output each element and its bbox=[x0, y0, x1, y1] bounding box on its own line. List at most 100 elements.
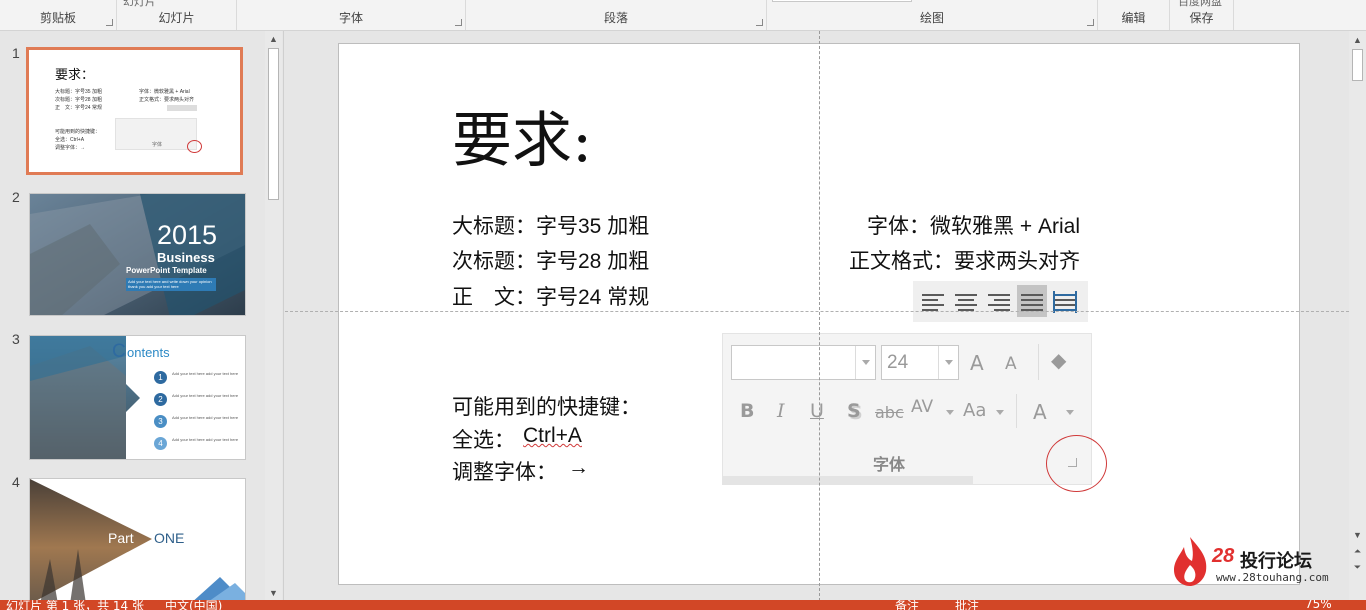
chevron-down-icon bbox=[1066, 410, 1074, 415]
prev-slide-icon[interactable]: ⏶ bbox=[1349, 544, 1366, 558]
slide-left-line-1[interactable]: 大标题：字号35 加粗 bbox=[452, 210, 649, 240]
thumb1-right1: 字体：微软雅黑 + Arial bbox=[139, 89, 190, 95]
slide-left-line-3[interactable]: 正 文：字号24 常规 bbox=[452, 281, 649, 311]
thumb1-font-label: 字体 bbox=[152, 142, 163, 148]
editor-scrollbar[interactable]: ▲ ▼ ⏶ ⏷ bbox=[1349, 31, 1366, 601]
status-slide-info: 幻灯片 第 1 张，共 14 张 bbox=[6, 600, 144, 610]
status-comments-button[interactable]: 批注 bbox=[955, 600, 979, 610]
align-center-icon bbox=[951, 285, 981, 317]
thumb3-item-num: 1 bbox=[154, 371, 167, 384]
status-zoom-level[interactable]: 75% bbox=[1305, 600, 1332, 610]
thumb1-line2: 次标题：字号28 加粗 bbox=[55, 97, 102, 103]
slide-shortcuts-heading[interactable]: 可能用到的快捷键： bbox=[452, 391, 641, 421]
thumbnail-scrollbar-thumb[interactable] bbox=[268, 48, 279, 200]
thumbnail-slide-3[interactable]: C ontents 1 Add your text here add your … bbox=[29, 335, 246, 460]
slide-right-line-1[interactable]: 字体：微软雅黑 + Arial bbox=[867, 210, 1080, 240]
group-label-font: 字体 bbox=[338, 11, 363, 25]
change-case-icon: Aa bbox=[963, 400, 987, 421]
group-label-editing: 编辑 bbox=[1121, 11, 1146, 25]
slide-left-line-2[interactable]: 次标题：字号28 加粗 bbox=[452, 245, 649, 275]
ribbon-group-drawing: 绘图 bbox=[767, 0, 1098, 30]
thumb2-year: 2015 bbox=[157, 220, 218, 250]
chevron-down-icon bbox=[862, 360, 870, 365]
bold-icon: B bbox=[740, 400, 755, 422]
editor-scrollbar-thumb[interactable] bbox=[1352, 49, 1363, 81]
status-notes-button[interactable]: 备注 bbox=[895, 600, 919, 610]
align-left-icon bbox=[918, 285, 948, 317]
horizontal-guide[interactable] bbox=[285, 311, 1349, 312]
font-launcher-icon[interactable] bbox=[455, 19, 462, 26]
slide-thumbnail-pane[interactable]: 1 要求： 大标题：字号35 加粗 次标题：字号28 加粗 正 文：字号24 常… bbox=[0, 31, 284, 603]
watermark-url: www.28touhang.com bbox=[1216, 571, 1329, 584]
thumb2-blurb-box: Add your text here and write down your o… bbox=[126, 278, 216, 291]
baidu-save-button[interactable]: 百度网盘 bbox=[1178, 0, 1222, 9]
italic-icon: I bbox=[777, 400, 785, 422]
scroll-up-icon[interactable]: ▲ bbox=[1349, 33, 1366, 47]
scroll-down-icon[interactable]: ▼ bbox=[265, 586, 282, 600]
thumb1-title: 要求： bbox=[55, 68, 95, 83]
ribbon: 剪贴板 幻灯片 幻灯片 字体 段落 绘图 编辑 百度网盘 保存 bbox=[0, 0, 1366, 31]
slide-shortcut-select-all-key[interactable]: Ctrl+A bbox=[523, 424, 582, 448]
grow-font-icon: A bbox=[970, 351, 984, 375]
paragraph-launcher-icon[interactable] bbox=[756, 19, 763, 26]
character-spacing-icon: AV bbox=[911, 397, 934, 417]
thumbnail-slide-2[interactable]: 2015 Business PowerPoint Template Add yo… bbox=[29, 193, 246, 316]
slide-shortcut-adjust-label[interactable]: 调整字体： bbox=[452, 456, 557, 486]
thumb3-item-num: 3 bbox=[154, 415, 167, 428]
group-label-slides: 幻灯片 bbox=[158, 11, 195, 25]
thumb1-annotation-circle bbox=[187, 140, 202, 153]
watermark-name: 投行论坛 bbox=[1240, 551, 1312, 572]
watermark-number: 28 bbox=[1212, 545, 1235, 567]
next-slide-icon[interactable]: ⏷ bbox=[1349, 560, 1366, 574]
group-label-paragraph: 段落 bbox=[603, 11, 628, 25]
slide-edit-area[interactable]: ▲ ▼ ⏶ ⏷ bbox=[285, 31, 1366, 601]
clipboard-launcher-icon[interactable] bbox=[106, 19, 113, 26]
slide-right-line-2[interactable]: 正文格式：要求两头对齐 bbox=[849, 245, 1080, 275]
thumb2-subtitle: PowerPoint Template bbox=[126, 266, 207, 275]
thumbnail-scrollbar[interactable]: ▲ ▼ bbox=[265, 31, 282, 601]
chevron-down-icon bbox=[996, 410, 1004, 415]
distribute-icon bbox=[1050, 285, 1080, 317]
thumb3-contents-rest: ontents bbox=[127, 345, 170, 360]
thumb1-line1: 大标题：字号35 加粗 bbox=[55, 89, 102, 95]
group-label-drawing: 绘图 bbox=[919, 11, 944, 25]
status-bar: 幻灯片 第 1 张，共 14 张 中文(中国) 备注 批注 75% bbox=[0, 600, 1366, 610]
ribbon-group-clipboard: 剪贴板 bbox=[0, 0, 117, 30]
thumbnail-number: 4 bbox=[12, 474, 20, 490]
font-color-icon: A bbox=[1033, 400, 1047, 424]
slide-title[interactable]: 要求: bbox=[452, 92, 592, 179]
thumb3-item-text: Add your text here add your text here bbox=[172, 437, 239, 442]
scroll-down-icon[interactable]: ▼ bbox=[1349, 528, 1366, 542]
flame-logo-icon bbox=[1174, 537, 1207, 586]
city-triangle-image bbox=[30, 479, 245, 602]
chevron-down-icon bbox=[945, 360, 953, 365]
thumbnail-slide-1[interactable]: 要求： 大标题：字号35 加粗 次标题：字号28 加粗 正 文：字号24 常规 … bbox=[26, 47, 243, 175]
strikethrough-icon: abc bbox=[875, 403, 904, 422]
thumb3-contents-c: C bbox=[112, 341, 126, 362]
thumb2-blurb: Add your text here and write down your o… bbox=[128, 279, 212, 289]
thumb1-shortcut1: 可能用到的快捷键： bbox=[55, 129, 101, 135]
thumb1-shortcut2: 全选：Ctrl+A bbox=[55, 137, 85, 143]
thumb4-part-num: ONE bbox=[154, 530, 185, 546]
paragraph-align-image bbox=[913, 281, 1088, 322]
new-slide-button[interactable]: 幻灯片 bbox=[123, 0, 156, 9]
drawing-shapes-gallery[interactable] bbox=[772, 0, 912, 2]
scroll-up-icon[interactable]: ▲ bbox=[265, 32, 282, 46]
font-name-combo bbox=[731, 345, 876, 380]
status-language[interactable]: 中文(中国) bbox=[165, 600, 222, 610]
thumb1-font-panel: 字体 bbox=[115, 118, 197, 150]
thumb3-item-text: Add your text here add your text here bbox=[172, 371, 239, 376]
shrink-font-icon: A bbox=[1005, 354, 1017, 374]
font-group-image: 24 A A ◆ B I U S abc AV Aa A 字体 bbox=[722, 333, 1092, 485]
vertical-guide[interactable] bbox=[819, 31, 820, 601]
thumb2-title: Business bbox=[157, 250, 215, 265]
thumbnail-number: 2 bbox=[12, 189, 20, 205]
thumb3-item-num: 2 bbox=[154, 393, 167, 406]
chevron-down-icon bbox=[946, 410, 954, 415]
thumbnail-slide-4[interactable]: Part ONE bbox=[29, 478, 246, 603]
drawing-launcher-icon[interactable] bbox=[1087, 19, 1094, 26]
align-justify-icon bbox=[1017, 285, 1047, 317]
group-label-save: 保存 bbox=[1189, 11, 1214, 25]
clear-format-icon: ◆ bbox=[1051, 348, 1067, 372]
slide-shortcut-select-all-label[interactable]: 全选： bbox=[452, 424, 515, 454]
